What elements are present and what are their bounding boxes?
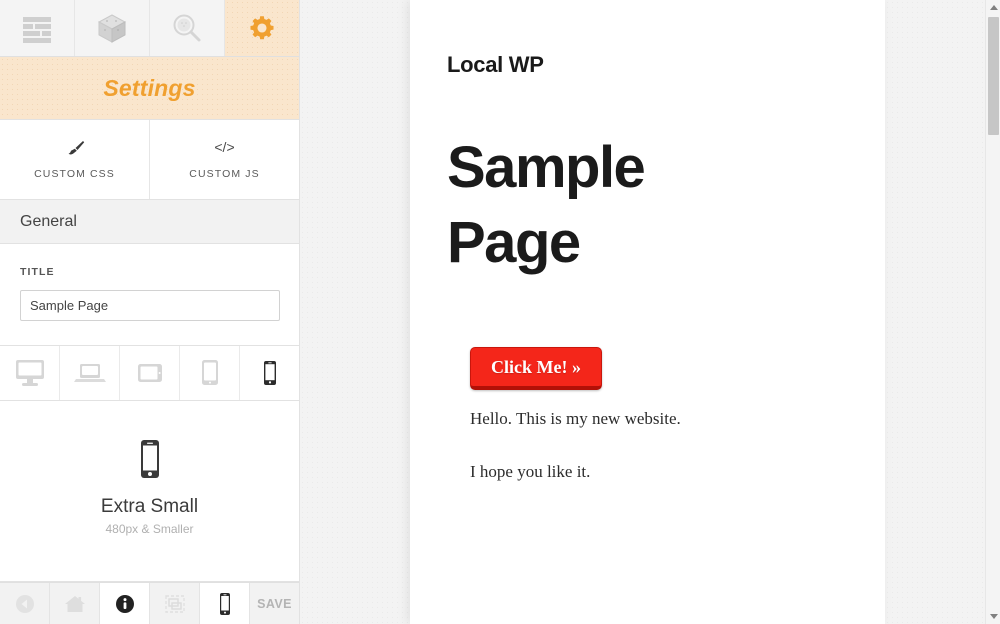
sidebar-bottom-toolbar: SAVE [0,582,299,624]
settings-tab[interactable] [225,0,299,56]
phone-icon [217,592,233,616]
page-heading: Sample Page [447,135,646,276]
page-title: Settings [103,74,196,101]
brush-icon [65,140,85,156]
code-tabs: CUSTOM CSS </> CUSTOM JS [0,120,299,200]
device-tablet-landscape[interactable] [120,346,180,400]
gear-icon [248,14,276,42]
preview-stage: Local WP Sample Page Click Me! » Hello. … [300,0,1000,624]
tab-custom-js[interactable]: </> CUSTOM JS [150,120,299,199]
device-selector [0,346,299,401]
home-icon [64,594,86,614]
paragraph-1: Hello. This is my new website. [470,408,681,428]
title-field-group: TITLE [0,244,299,346]
chevron-down-icon [989,614,998,619]
back-button[interactable] [0,583,50,624]
responsive-phone-button[interactable] [200,583,250,624]
desktop-icon [13,358,47,388]
site-title: Local WP [447,52,544,77]
scrollbar-thumb[interactable] [988,17,999,135]
tablet-portrait-icon [198,358,222,388]
magnifier-icon [171,12,203,44]
cta-wrapper: Click Me! » [470,346,885,390]
device-phone[interactable] [240,346,299,400]
paragraph-2: I hope you like it. [470,461,591,481]
phone-icon [136,438,164,482]
layout-icon [164,594,186,614]
settings-title-bar: Settings [0,57,299,120]
title-field-label: TITLE [20,266,55,278]
info-icon [115,594,135,614]
settings-sidebar: Settings CUSTOM CSS </> CUSTOM JS Genera… [0,0,300,624]
tablet-landscape-icon [135,360,165,386]
breakpoint-info: Extra Small 480px & Smaller [0,401,299,582]
app-root: Settings CUSTOM CSS </> CUSTOM JS Genera… [0,0,1000,624]
back-icon [15,594,35,614]
modules-tab[interactable] [75,0,150,56]
device-tablet-portrait[interactable] [180,346,240,400]
preview-window: Local WP Sample Page Click Me! » Hello. … [410,0,885,624]
preview-content: Local WP Sample Page Click Me! » Hello. … [410,0,885,482]
save-button[interactable]: SAVE [250,583,299,624]
lines-icon [23,14,51,43]
tab-custom-css[interactable]: CUSTOM CSS [0,120,150,199]
scroll-up-arrow-icon[interactable] [986,0,1000,15]
section-header-label: General [20,212,77,230]
phone-icon [261,359,279,387]
breakpoint-range: 480px & Smaller [105,522,194,536]
device-laptop[interactable] [60,346,120,400]
search-tab[interactable] [150,0,225,56]
chevron-up-icon [989,5,998,10]
device-desktop[interactable] [0,346,60,400]
tab-custom-css-label: CUSTOM CSS [34,167,115,180]
laptop-icon [73,359,107,387]
title-input[interactable] [20,290,280,321]
preview-scrollbar[interactable] [985,0,1000,624]
save-button-label: SAVE [257,596,292,611]
home-button[interactable] [50,583,100,624]
content-tab[interactable] [0,0,75,56]
cube-icon [96,12,128,44]
section-header-general: General [0,200,299,244]
breakpoint-name: Extra Small [100,496,199,517]
scroll-down-arrow-icon[interactable] [986,609,1000,624]
sidebar-top-tabbar [0,0,299,57]
code-icon: </> [214,138,235,155]
info-button[interactable] [100,583,150,624]
layout-button[interactable] [150,583,200,624]
tab-custom-js-label: CUSTOM JS [189,167,260,180]
click-me-button[interactable]: Click Me! » [470,346,602,390]
